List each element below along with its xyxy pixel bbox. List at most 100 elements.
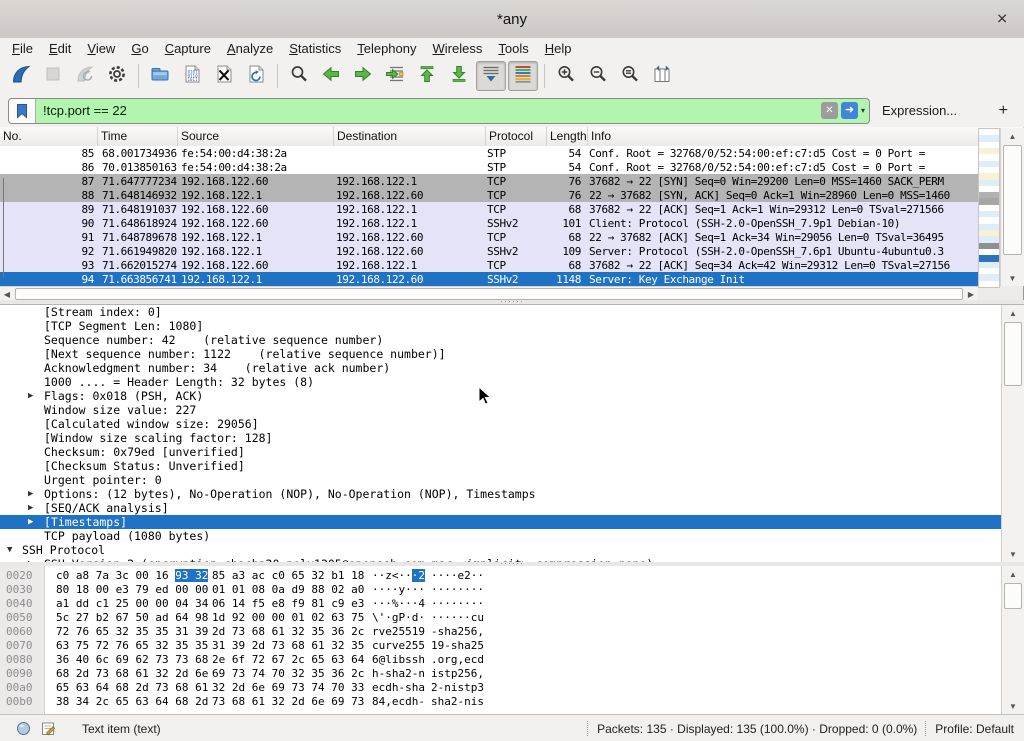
display-filter-field[interactable]: !tcp.port == 22 ✕ ➜ ▾ — [8, 98, 870, 124]
filter-clear-button[interactable]: ✕ — [821, 102, 838, 119]
expand-icon[interactable]: ▶ — [28, 487, 33, 501]
detail-line-10[interactable]: Checksum: 0x79ed [unverified] — [0, 445, 1024, 459]
detail-line-11[interactable]: [Checksum Status: Unverified] — [0, 459, 1024, 473]
expression-button[interactable]: Expression... — [882, 103, 957, 118]
scroll-thumb[interactable] — [15, 288, 963, 300]
scroll-down-icon[interactable]: ▼ — [1001, 270, 1024, 286]
zoom-in-button[interactable] — [551, 61, 581, 91]
filter-bookmark-button[interactable] — [9, 99, 36, 123]
column-header-destination[interactable]: Destination — [334, 127, 486, 146]
intelligent-scrollbar-minimap[interactable] — [978, 128, 1000, 288]
close-window-icon[interactable]: ✕ — [990, 9, 1014, 30]
packet-row-89[interactable]: 8971.648191037192.168.122.60192.168.122.… — [0, 202, 978, 216]
hex-row-0050[interactable]: 00505c 27 b2 67 50 ad 64 981d 92 00 00 0… — [0, 611, 1024, 625]
scroll-right-icon[interactable]: ▶ — [964, 287, 978, 301]
hex-row-0080[interactable]: 008036 40 6c 69 62 73 73 682e 6f 72 67 2… — [0, 653, 1024, 667]
go-to-top-button[interactable] — [412, 61, 442, 91]
expand-icon[interactable]: ▶ — [28, 515, 33, 529]
hex-row-00b0[interactable]: 00b038 34 2c 65 63 64 68 2d73 68 61 32 2… — [0, 695, 1024, 709]
reload-file-button[interactable] — [241, 61, 271, 91]
menu-view[interactable]: View — [79, 40, 123, 57]
scroll-down-icon[interactable]: ▼ — [1002, 546, 1024, 562]
column-header-source[interactable]: Source — [178, 127, 334, 146]
detail-line-9[interactable]: [Window size scaling factor: 128] — [0, 431, 1024, 445]
scroll-down-icon[interactable]: ▼ — [1002, 698, 1024, 714]
hex-row-0060[interactable]: 006072 76 65 32 35 35 31 392d 73 68 61 3… — [0, 625, 1024, 639]
go-to-bottom-button[interactable] — [444, 61, 474, 91]
detail-line-8[interactable]: [Calculated window size: 29056] — [0, 417, 1024, 431]
menu-go[interactable]: Go — [123, 40, 156, 57]
column-header-protocol[interactable]: Protocol — [486, 127, 547, 146]
hex-vscrollbar[interactable]: ▲ ▼ — [1001, 566, 1024, 714]
scroll-thumb[interactable] — [1004, 322, 1022, 386]
auto-scroll-button[interactable] — [476, 61, 506, 91]
expand-icon[interactable]: ▶ — [28, 501, 33, 515]
detail-line-0[interactable]: [Stream index: 0] — [0, 305, 1024, 319]
packet-list-hscrollbar[interactable]: ◀ ▶ — [0, 286, 978, 301]
scroll-thumb[interactable] — [1004, 583, 1022, 609]
display-filter-input[interactable]: !tcp.port == 22 — [36, 103, 821, 118]
close-file-button[interactable] — [209, 61, 239, 91]
menu-capture[interactable]: Capture — [157, 40, 219, 57]
scroll-up-icon[interactable]: ▲ — [1002, 305, 1024, 321]
colorize-button[interactable] — [508, 61, 538, 91]
capture-options-button[interactable] — [102, 61, 132, 91]
detail-line-16[interactable]: TCP payload (1080 bytes) — [0, 529, 1024, 543]
column-header-no[interactable]: No. — [0, 127, 98, 146]
hex-row-0070[interactable]: 007063 75 72 76 65 32 35 3531 39 2d 73 6… — [0, 639, 1024, 653]
save-file-button[interactable]: 010101101011 — [177, 61, 207, 91]
scroll-up-icon[interactable]: ▲ — [1002, 566, 1024, 582]
packet-row-85[interactable]: 8568.001734936fe:54:00:d4:38:2aSTP54Conf… — [0, 146, 978, 160]
find-packet-button[interactable] — [284, 61, 314, 91]
menu-wireless[interactable]: Wireless — [425, 40, 491, 57]
hex-row-0040[interactable]: 0040a1 dd c1 25 00 00 04 3406 14 f5 e8 f… — [0, 597, 1024, 611]
filter-apply-button[interactable]: ➜ — [841, 102, 858, 119]
menu-analyze[interactable]: Analyze — [219, 40, 281, 57]
profile-button[interactable]: Profile: Default — [935, 722, 1014, 736]
open-file-button[interactable] — [145, 61, 175, 91]
go-back-button[interactable] — [316, 61, 346, 91]
detail-line-17[interactable]: ▼SSH Protocol — [0, 543, 1024, 557]
detail-line-4[interactable]: Acknowledgment number: 34 (relative ack … — [0, 361, 1024, 375]
packet-row-91[interactable]: 9171.648789678192.168.122.1192.168.122.6… — [0, 230, 978, 244]
menu-help[interactable]: Help — [537, 40, 580, 57]
packet-row-86[interactable]: 8670.013850163fe:54:00:d4:38:2aSTP54Conf… — [0, 160, 978, 174]
menu-edit[interactable]: Edit — [41, 40, 79, 57]
scroll-left-icon[interactable]: ◀ — [0, 287, 14, 301]
zoom-reset-button[interactable] — [615, 61, 645, 91]
stop-capture-button[interactable] — [38, 61, 68, 91]
hex-row-00a0[interactable]: 00a065 63 64 68 2d 73 68 6132 2d 6e 69 7… — [0, 681, 1024, 695]
column-header-length[interactable]: Length — [547, 127, 588, 146]
hex-row-0020[interactable]: 0020c0 a8 7a 3c 00 16 93 3285 a3 ac c0 6… — [0, 569, 1024, 583]
packet-row-93[interactable]: 9371.662015274192.168.122.60192.168.122.… — [0, 258, 978, 272]
detail-line-7[interactable]: Window size value: 227 — [0, 403, 1024, 417]
detail-line-14[interactable]: ▶[SEQ/ACK analysis] — [0, 501, 1024, 515]
detail-vscrollbar[interactable]: ▲ ▼ — [1001, 305, 1024, 562]
packet-list-vscrollbar[interactable]: ▲ ▼ — [1000, 128, 1024, 286]
packet-row-88[interactable]: 8871.648146932192.168.122.1192.168.122.6… — [0, 188, 978, 202]
packet-row-94[interactable]: 9471.663856741192.168.122.1192.168.122.6… — [0, 272, 978, 286]
detail-line-5[interactable]: 1000 .... = Header Length: 32 bytes (8) — [0, 375, 1024, 389]
menu-file[interactable]: File — [4, 40, 41, 57]
start-capture-button[interactable] — [6, 61, 36, 91]
hex-row-0090[interactable]: 009068 2d 73 68 61 32 2d 6e69 73 74 70 3… — [0, 667, 1024, 681]
expand-icon[interactable]: ▶ — [28, 389, 33, 403]
packet-row-90[interactable]: 9071.648618924192.168.122.60192.168.122.… — [0, 216, 978, 230]
capture-comment-icon[interactable] — [41, 721, 56, 736]
detail-line-3[interactable]: [Next sequence number: 1122 (relative se… — [0, 347, 1024, 361]
menu-telephony[interactable]: Telephony — [349, 40, 424, 57]
detail-line-12[interactable]: Urgent pointer: 0 — [0, 473, 1024, 487]
collapse-icon[interactable]: ▼ — [7, 543, 12, 557]
menu-tools[interactable]: Tools — [490, 40, 536, 57]
filter-dropdown-icon[interactable]: ▾ — [861, 106, 865, 115]
restart-capture-button[interactable] — [70, 61, 100, 91]
add-filter-button[interactable]: + — [991, 102, 1016, 120]
zoom-out-button[interactable] — [583, 61, 613, 91]
scroll-up-icon[interactable]: ▲ — [1001, 128, 1024, 144]
packet-row-92[interactable]: 9271.661949820192.168.122.1192.168.122.6… — [0, 244, 978, 258]
detail-line-2[interactable]: Sequence number: 42 (relative sequence n… — [0, 333, 1024, 347]
hex-row-0030[interactable]: 003080 18 00 e3 79 ed 00 0001 01 08 0a d… — [0, 583, 1024, 597]
expert-info-icon[interactable] — [16, 721, 31, 736]
detail-line-1[interactable]: [TCP Segment Len: 1080] — [0, 319, 1024, 333]
menu-statistics[interactable]: Statistics — [281, 40, 349, 57]
